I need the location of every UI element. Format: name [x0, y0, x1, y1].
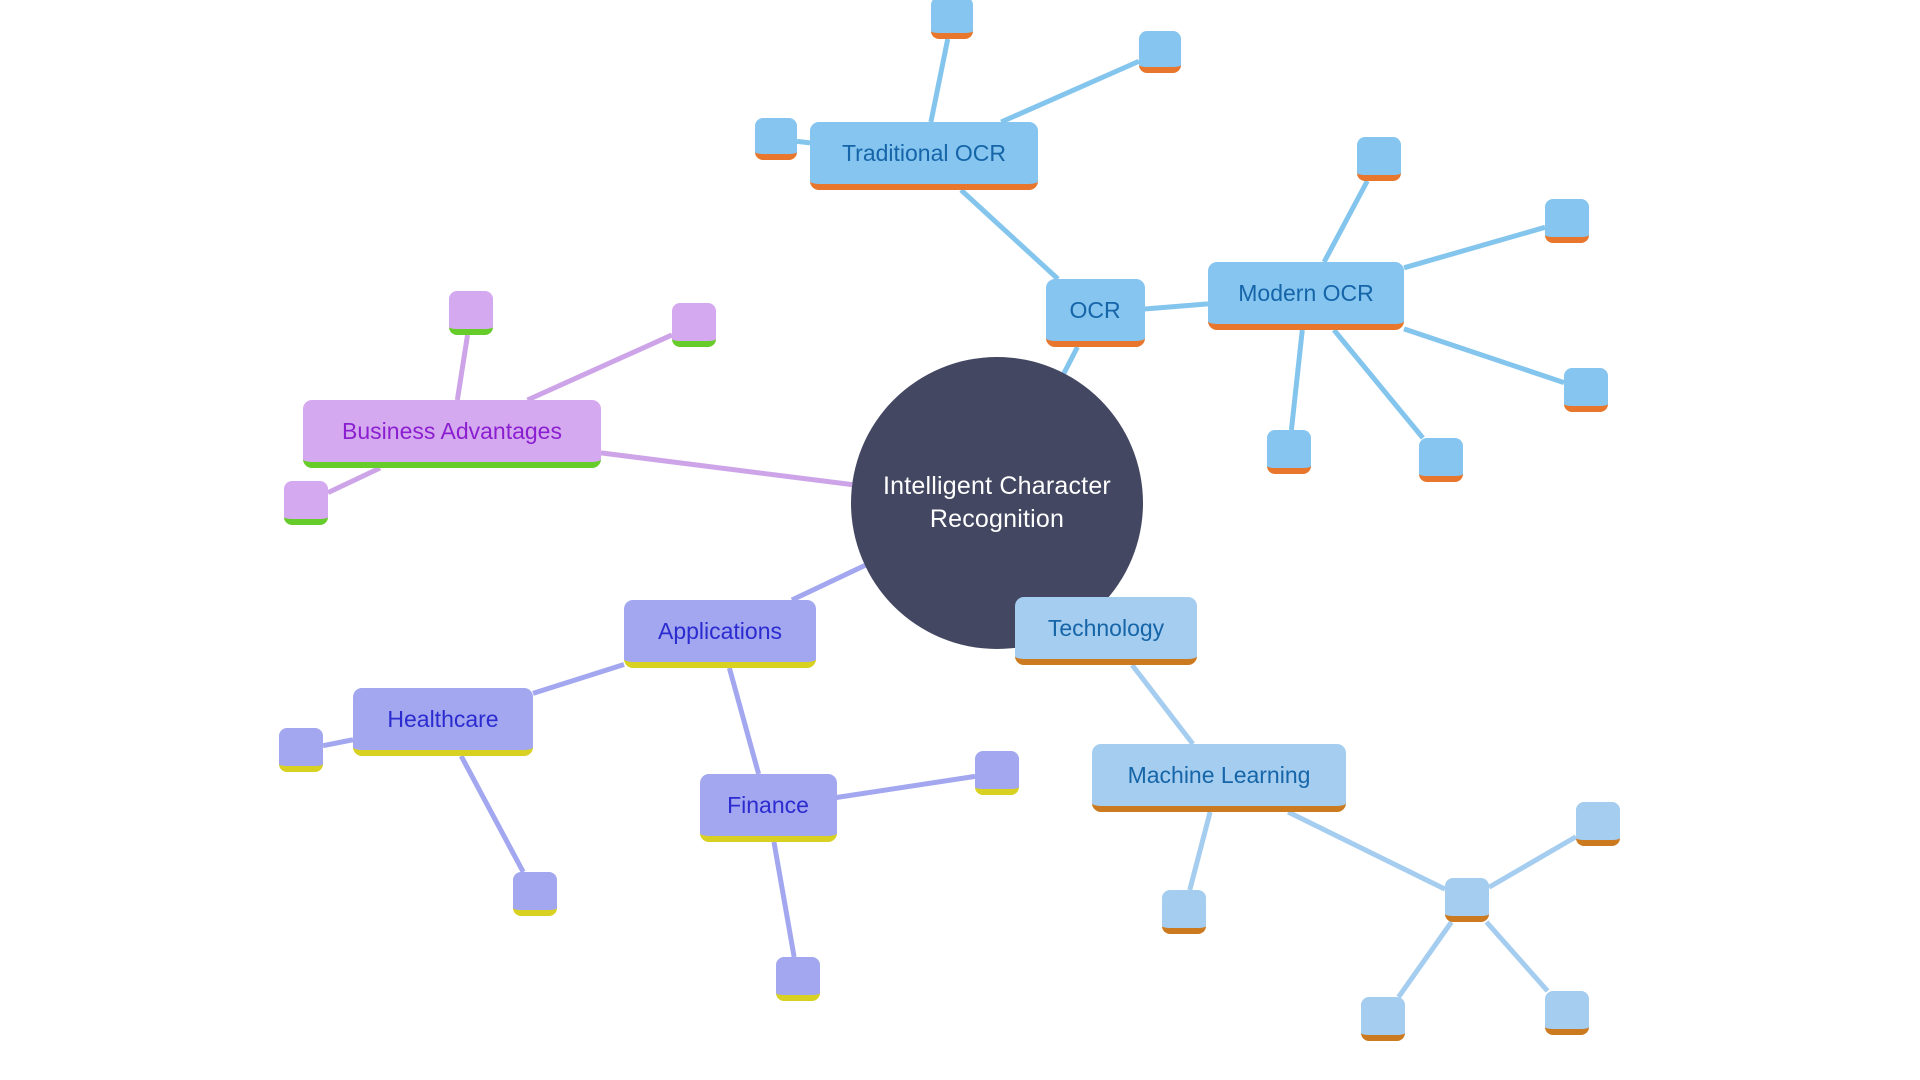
- node-label: Finance: [727, 791, 809, 818]
- node-label: Business Advantages: [342, 417, 562, 444]
- node-label: Modern OCR: [1238, 279, 1374, 306]
- node-layer: Intelligent Character Recognition Tradit…: [0, 0, 1920, 1080]
- leaf-node[interactable]: [672, 303, 716, 347]
- leaf-node[interactable]: [513, 872, 557, 916]
- leaf-node[interactable]: [1545, 199, 1589, 243]
- leaf-node[interactable]: [1139, 31, 1181, 73]
- mind-map-canvas: Intelligent Character Recognition Tradit…: [0, 0, 1920, 1080]
- node-label: Machine Learning: [1127, 761, 1311, 788]
- leaf-node[interactable]: [1564, 368, 1608, 412]
- node-ocr[interactable]: OCR: [1045, 279, 1145, 347]
- leaf-node[interactable]: [1576, 802, 1620, 846]
- leaf-node[interactable]: [931, 0, 973, 39]
- node-technology[interactable]: Technology: [1015, 597, 1197, 665]
- node-modern_ocr[interactable]: Modern OCR: [1208, 262, 1404, 330]
- node-machine_learning[interactable]: Machine Learning: [1092, 744, 1346, 812]
- node-label: OCR: [1069, 296, 1121, 323]
- node-traditional_ocr[interactable]: Traditional OCR: [810, 122, 1038, 190]
- leaf-node[interactable]: [449, 291, 493, 335]
- leaf-node[interactable]: [284, 481, 328, 525]
- node-label: Traditional OCR: [841, 139, 1007, 166]
- leaf-node[interactable]: [1357, 137, 1401, 181]
- leaf-node[interactable]: [1162, 890, 1206, 934]
- leaf-node[interactable]: [776, 957, 820, 1001]
- leaf-node[interactable]: [279, 728, 323, 772]
- node-label: Applications: [657, 617, 783, 644]
- leaf-node[interactable]: [1361, 997, 1405, 1041]
- leaf-node[interactable]: [975, 751, 1019, 795]
- leaf-node[interactable]: [1267, 430, 1311, 474]
- node-business_advantages[interactable]: Business Advantages: [303, 400, 601, 468]
- leaf-node[interactable]: [1419, 438, 1463, 482]
- node-label: Healthcare: [387, 705, 499, 732]
- node-label: Technology: [1047, 614, 1165, 641]
- leaf-node[interactable]: [1445, 878, 1489, 922]
- node-finance[interactable]: Finance: [699, 774, 837, 842]
- leaf-node[interactable]: [755, 118, 797, 160]
- center-node-label: Intelligent Character Recognition: [883, 472, 1111, 533]
- node-healthcare[interactable]: Healthcare: [353, 688, 533, 756]
- node-applications[interactable]: Applications: [624, 600, 816, 668]
- leaf-node[interactable]: [1545, 991, 1589, 1035]
